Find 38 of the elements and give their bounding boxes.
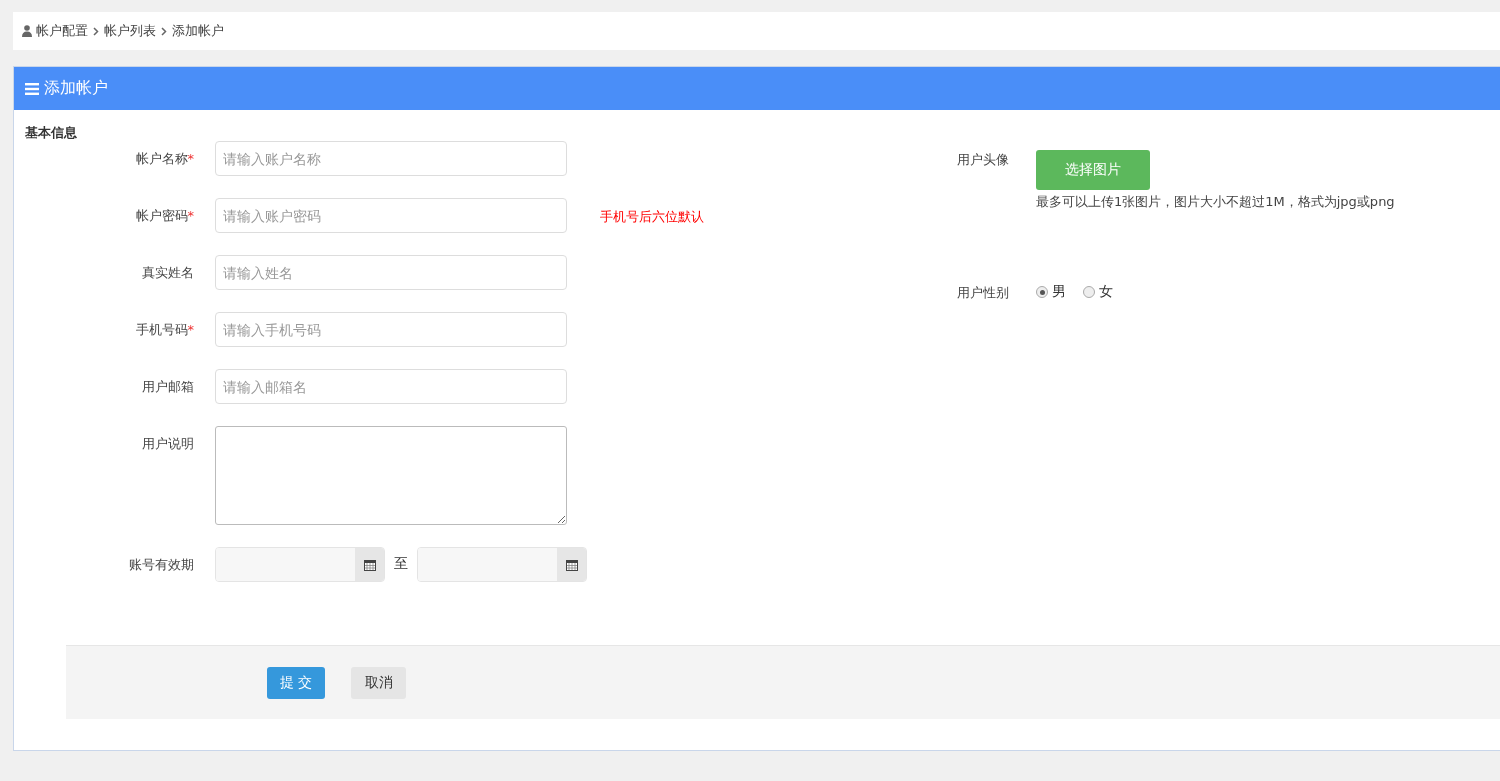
- field-label: 用户邮箱: [142, 379, 194, 394]
- chevron-icon: [161, 26, 167, 36]
- range-separator: 至: [394, 554, 408, 573]
- text-field[interactable]: 请输入邮箱名: [215, 369, 567, 404]
- required-mark: *: [187, 208, 194, 223]
- radio-label: 男: [1052, 283, 1066, 301]
- menu-icon: [25, 82, 39, 95]
- text-field[interactable]: 请输入手机号码: [215, 312, 567, 347]
- textarea-field[interactable]: [215, 426, 567, 525]
- text-field[interactable]: 请输入姓名: [215, 255, 567, 290]
- field-label: 用户说明: [142, 436, 194, 451]
- field-label: 账号有效期: [129, 557, 194, 572]
- field-note: 手机号后六位默认: [600, 208, 704, 226]
- date-field[interactable]: [417, 547, 587, 582]
- required-mark: *: [187, 151, 194, 166]
- required-mark: *: [187, 322, 194, 337]
- chevron-icon: [93, 26, 99, 36]
- upload-hint: 最多可以上传1张图片，图片大小不超过1M，格式为jpg或png: [1036, 193, 1395, 211]
- field-label: 用户性别: [957, 284, 1010, 302]
- section-title: 基本信息: [24, 124, 78, 142]
- field-label: 手机号码: [135, 322, 188, 337]
- breadcrumb-link[interactable]: 帐户配置: [36, 22, 88, 40]
- field-label: 真实姓名: [142, 265, 194, 280]
- calendar-icon: [363, 558, 376, 571]
- cancel-button[interactable]: 取消: [351, 666, 406, 699]
- calendar-icon: [565, 558, 578, 571]
- text-field[interactable]: 请输入账户密码: [215, 198, 567, 233]
- radio-button[interactable]: [1036, 286, 1048, 298]
- user-icon: [22, 25, 32, 37]
- field-label: 帐户密码: [135, 208, 188, 223]
- breadcrumb-link[interactable]: 帐户列表: [104, 22, 156, 40]
- panel-title: 添加帐户: [44, 78, 108, 99]
- field-label: 用户头像: [957, 151, 1010, 169]
- radio-label: 女: [1099, 283, 1113, 301]
- text-field[interactable]: 请输入账户名称: [215, 141, 567, 176]
- field-label: 帐户名称: [135, 151, 188, 166]
- radio-button[interactable]: [1083, 286, 1095, 298]
- date-field[interactable]: [215, 547, 385, 582]
